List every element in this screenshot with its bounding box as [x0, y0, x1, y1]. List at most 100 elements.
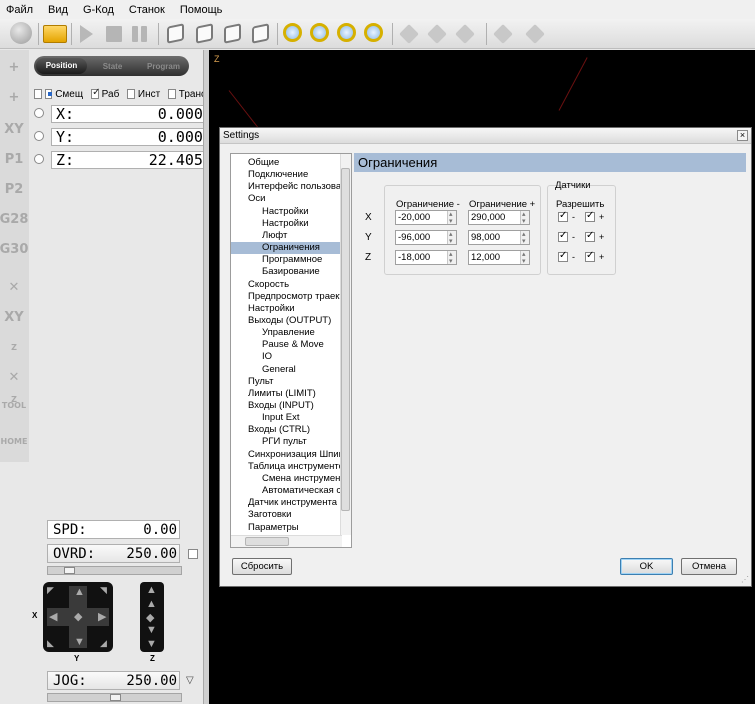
mesh-icon[interactable] [493, 24, 513, 44]
tree-item[interactable]: Выходы (OUTPUT) [231, 315, 341, 327]
jog-y-minus-icon[interactable]: ▼ [74, 636, 85, 648]
menu-machine[interactable]: Станок [129, 4, 165, 16]
tree-item[interactable]: Базирование [231, 266, 341, 278]
jog-x-plus-icon[interactable]: ▶ [98, 610, 106, 623]
tree-item[interactable]: Входы (CTRL) [231, 424, 341, 436]
estop-icon[interactable] [10, 22, 32, 44]
close-icon[interactable]: × [737, 130, 748, 141]
rail-button-p1[interactable]: P1 [1, 146, 27, 172]
tree-item[interactable]: Смена инструмент [231, 473, 345, 485]
reset-button[interactable]: Сбросить [232, 558, 292, 575]
jog-z-pad[interactable]: ▲ ▲ ◆ ▼ ▼ [140, 582, 164, 652]
open-folder-icon[interactable] [43, 25, 67, 43]
menu-gcode[interactable]: G-Код [83, 4, 114, 16]
rail-button-xy[interactable]: XY [1, 116, 27, 142]
override-slider[interactable] [47, 566, 182, 575]
rail-button-g28[interactable]: G28 [0, 206, 28, 232]
tree-item[interactable]: Предпросмотр траекто [231, 291, 349, 303]
tree-horizontal-scroll-thumb[interactable] [245, 537, 289, 546]
dialog-title-bar[interactable]: Settings [220, 128, 751, 144]
rail-button-plus[interactable]: + [1, 54, 27, 80]
jog-z-minus-icon[interactable]: ▼ [146, 638, 157, 650]
tree-item[interactable]: Программное [231, 254, 341, 266]
override-slider-handle[interactable] [64, 567, 75, 574]
x-minus-sensor-checkbox[interactable] [558, 210, 568, 222]
tree-item[interactable]: Настройки [231, 303, 341, 315]
jog-xy-pad[interactable]: ▲ ▼ ◀ ▶ ◆ ◤ ◥ ◣ ◢ [43, 582, 113, 652]
tab-position[interactable]: Position [36, 58, 87, 74]
z-plus-sensor-checkbox[interactable] [585, 250, 595, 262]
z-min-input[interactable]: -18,000 [395, 248, 457, 268]
transform-checkbox[interactable] [168, 89, 176, 99]
jog-slider[interactable] [47, 693, 182, 702]
tree-item[interactable]: Люфт [231, 230, 341, 242]
view-front-icon[interactable] [224, 23, 241, 44]
tree-horizontal-scrollbar[interactable] [231, 535, 342, 547]
z-max-input[interactable]: 12,000 [468, 248, 530, 268]
tree-item[interactable]: Общие [231, 157, 341, 169]
override-checkbox[interactable] [188, 549, 198, 559]
spin-arrows-icon[interactable] [520, 228, 529, 248]
tool-checkbox[interactable] [127, 89, 135, 99]
cancel-button[interactable]: Отмена [681, 558, 737, 575]
pause-icon[interactable] [132, 26, 138, 42]
spin-arrows-icon[interactable] [447, 208, 456, 228]
tree-item[interactable]: Pause & Move [231, 339, 341, 351]
settings-tree[interactable]: Общие Подключение Интерфейс пользовате Оси Н… [230, 153, 352, 548]
y-max-input[interactable]: 98,000 [468, 228, 530, 248]
zoom-fit-icon[interactable] [337, 23, 356, 42]
tree-item[interactable]: Интерфейс пользовате [231, 181, 350, 193]
rail-button-p2[interactable]: P2 [1, 176, 27, 202]
jog-dropdown-icon[interactable]: ▽ [186, 675, 194, 686]
offset-checkbox[interactable] [34, 89, 42, 99]
tool-back-icon[interactable] [455, 24, 475, 44]
jog-y-plus-icon[interactable]: ▲ [74, 586, 85, 598]
jog-diag-se-icon[interactable]: ◢ [100, 638, 107, 649]
tree-item[interactable]: РГИ пульт [231, 436, 341, 448]
zoom-in-icon[interactable] [283, 23, 302, 42]
stop-icon[interactable] [106, 26, 122, 42]
jog-z-center-icon[interactable]: ◆ [146, 611, 154, 624]
axis-y-radio[interactable] [34, 131, 44, 141]
tree-item[interactable]: Параметры [231, 522, 341, 534]
play-icon[interactable] [80, 25, 93, 43]
offset-checkbox-box[interactable] [44, 89, 53, 99]
view-side-icon[interactable] [252, 23, 269, 44]
resize-grip-icon[interactable]: ⋰ [741, 575, 749, 584]
rail-button-g30[interactable]: G30 [0, 236, 28, 262]
rail-button-xy-2[interactable]: XY [1, 304, 27, 330]
view-top-icon[interactable] [196, 23, 213, 44]
spin-arrows-icon[interactable] [520, 208, 529, 228]
axis-x-radio[interactable] [34, 108, 44, 118]
y-min-input[interactable]: -96,000 [395, 228, 457, 248]
tree-item[interactable]: Входы (INPUT) [231, 400, 341, 412]
tree-item[interactable]: Лимиты (LIMIT) [231, 388, 341, 400]
z-minus-sensor-checkbox[interactable] [558, 250, 568, 262]
tab-program[interactable]: Program [138, 62, 189, 71]
jog-diag-ne-icon[interactable]: ◥ [100, 585, 107, 596]
tree-item[interactable]: Таблица инструментов [231, 461, 349, 473]
tree-item[interactable]: Настройки [231, 218, 341, 230]
y-minus-sensor-checkbox[interactable] [558, 230, 568, 242]
y-plus-sensor-checkbox[interactable] [585, 230, 595, 242]
tree-item[interactable]: Автоматическая см [231, 485, 348, 497]
rail-button-z[interactable]: Z [1, 334, 27, 360]
menu-file[interactable]: Файл [6, 4, 33, 16]
tool-path-icon[interactable] [427, 24, 447, 44]
jog-slider-handle[interactable] [110, 694, 121, 701]
jog-z-plus-icon[interactable]: ▲ [146, 584, 157, 596]
zoom-reset-icon[interactable] [364, 23, 383, 42]
tree-item[interactable]: IO [231, 351, 341, 363]
spin-arrows-icon[interactable] [520, 248, 529, 268]
tree-item[interactable]: Пульт [231, 376, 341, 388]
x-plus-sensor-checkbox[interactable] [585, 210, 595, 222]
jog-diag-sw-icon[interactable]: ◣ [47, 638, 54, 649]
tree-vertical-scroll-thumb[interactable] [341, 168, 350, 511]
tree-item[interactable]: Скорость [231, 279, 341, 291]
rail-button-cross[interactable]: ✕ [1, 274, 27, 300]
tree-item[interactable]: Input Ext [231, 412, 341, 424]
axis-z-radio[interactable] [34, 154, 44, 164]
jog-center-icon[interactable]: ◆ [74, 610, 82, 623]
jog-z-minus-fast-icon[interactable]: ▼ [146, 624, 157, 636]
tree-item[interactable]: Ограничения [231, 242, 341, 255]
